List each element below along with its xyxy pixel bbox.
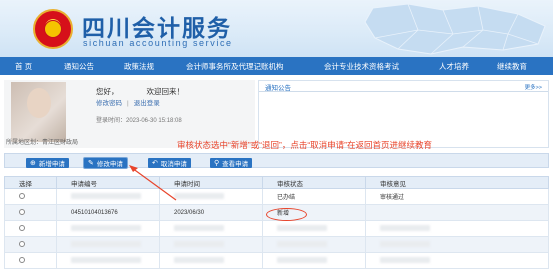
table-row — [4, 252, 549, 269]
row-radio[interactable] — [19, 192, 25, 199]
table-row — [4, 220, 549, 237]
sichuan-map-graphic — [364, 3, 546, 55]
instruction-annotation: 审核状态选中“新增”或“退回”，点击“取消申请”在返回首页进继续教育 — [177, 140, 432, 150]
greeting-text: 您好， — [96, 87, 119, 96]
avatar — [11, 82, 66, 142]
redacted-value — [380, 257, 430, 264]
search-icon: ⚲ — [214, 160, 220, 167]
nav-exam[interactable]: 会计专业技术资格考试 — [324, 61, 399, 72]
review-opinion-cell — [365, 220, 549, 237]
col-review-status: 审核状态 — [262, 176, 366, 189]
add-button-label: 新增申请 — [38, 161, 65, 168]
application-time-cell — [159, 252, 263, 269]
main-nav: 首 页 通知公告 政策法规 会计师事务所及代理记账机构 会计专业技术资格考试 人… — [0, 57, 553, 75]
review-status-cell — [262, 220, 366, 237]
link-separator: | — [127, 100, 129, 107]
row-radio[interactable] — [19, 256, 25, 263]
pencil-icon: ✎ — [88, 160, 94, 167]
col-application-id: 申请编号 — [56, 176, 160, 189]
review-opinion-cell — [365, 204, 549, 221]
application-id-cell — [56, 220, 160, 237]
review-status-cell — [262, 252, 366, 269]
redacted-value — [174, 193, 224, 200]
redacted-value — [277, 257, 327, 264]
col-select: 选择 — [4, 176, 57, 189]
site-subtitle: sichuan accounting service — [83, 38, 233, 48]
application-id-cell — [56, 188, 160, 205]
row-select-cell — [4, 188, 57, 205]
edit-button-label: 修改申请 — [96, 161, 123, 168]
nav-notices[interactable]: 通知公告 — [64, 61, 94, 72]
application-id-cell — [56, 252, 160, 269]
row-select-cell — [4, 236, 57, 253]
notice-header: 通知公告 更多>> — [259, 81, 548, 92]
application-time-cell — [159, 236, 263, 253]
redacted-value — [380, 225, 430, 232]
user-greeting: 您好， 欢迎回来！ — [96, 86, 184, 97]
add-application-button[interactable]: ⊕ 新增申请 — [26, 158, 69, 168]
table-row: 已办结 审核通过 — [4, 188, 549, 205]
redacted-value — [71, 241, 141, 248]
nav-firms[interactable]: 会计师事务所及代理记账机构 — [186, 61, 284, 72]
application-id-cell: 04510104013676 — [56, 204, 160, 221]
view-button-label: 查看申请 — [222, 161, 249, 168]
nav-continuing-education[interactable]: 继续教育 — [497, 61, 527, 72]
application-id-cell — [56, 236, 160, 253]
review-opinion-cell: 审核通过 — [365, 188, 549, 205]
user-links: 修改密码 | 退出登录 — [96, 97, 160, 107]
row-select-cell — [4, 220, 57, 237]
cancel-application-button[interactable]: ↶ 取消申请 — [148, 158, 191, 168]
notice-more-link[interactable]: 更多>> — [525, 83, 542, 91]
application-time-cell: 2023/06/30 — [159, 204, 263, 221]
site-header: 四川会计服务 sichuan accounting service — [0, 0, 553, 57]
redacted-value — [174, 241, 224, 248]
review-opinion-cell — [365, 252, 549, 269]
national-emblem-icon — [33, 9, 73, 49]
table-row — [4, 236, 549, 253]
col-review-opinion: 审核意见 — [365, 176, 549, 189]
row-radio[interactable] — [19, 208, 25, 215]
application-table: 选择 申请编号 申请时间 审核状态 审核意见 已办结 审核通过 04510104… — [4, 176, 549, 269]
redacted-value — [71, 193, 141, 200]
row-radio[interactable] — [19, 224, 25, 231]
nav-policies[interactable]: 政策法规 — [124, 61, 154, 72]
application-time-cell — [159, 188, 263, 205]
cancel-button-label: 取消申请 — [160, 161, 187, 168]
review-status-cell — [262, 236, 366, 253]
login-time: 登录时间：2023-06-30 15:18:08 — [96, 118, 182, 124]
status-highlight-circle — [266, 208, 307, 221]
redacted-value — [380, 241, 430, 248]
application-time-cell — [159, 220, 263, 237]
logout-link[interactable]: 退出登录 — [134, 100, 160, 107]
redacted-value — [174, 257, 224, 264]
table-header-row: 选择 申请编号 申请时间 审核状态 审核意见 — [4, 176, 549, 189]
row-radio[interactable] — [19, 240, 25, 247]
redacted-value — [71, 257, 141, 264]
notice-panel: 通知公告 更多>> — [258, 80, 549, 148]
nav-talent[interactable]: 人才培养 — [439, 61, 469, 72]
region-label: 所属地区划：青江区财政局 — [6, 140, 79, 146]
row-select-cell — [4, 204, 57, 221]
edit-application-button[interactable]: ✎ 修改申请 — [84, 158, 127, 168]
review-opinion-cell — [365, 236, 549, 253]
redacted-value — [71, 225, 141, 232]
undo-arrow-icon: ↶ — [152, 160, 158, 167]
redacted-value — [277, 225, 327, 232]
plus-circle-icon: ⊕ — [30, 160, 36, 167]
redacted-value — [174, 225, 224, 232]
col-application-time: 申请时间 — [159, 176, 263, 189]
view-application-button[interactable]: ⚲ 查看申请 — [210, 158, 253, 168]
notice-tab[interactable]: 通知公告 — [265, 82, 291, 92]
row-select-cell — [4, 252, 57, 269]
nav-home[interactable]: 首 页 — [15, 61, 32, 72]
redacted-value — [277, 241, 327, 248]
review-status-cell: 已办结 — [262, 188, 366, 205]
change-password-link[interactable]: 修改密码 — [96, 100, 122, 107]
welcome-text: 欢迎回来！ — [146, 87, 185, 96]
